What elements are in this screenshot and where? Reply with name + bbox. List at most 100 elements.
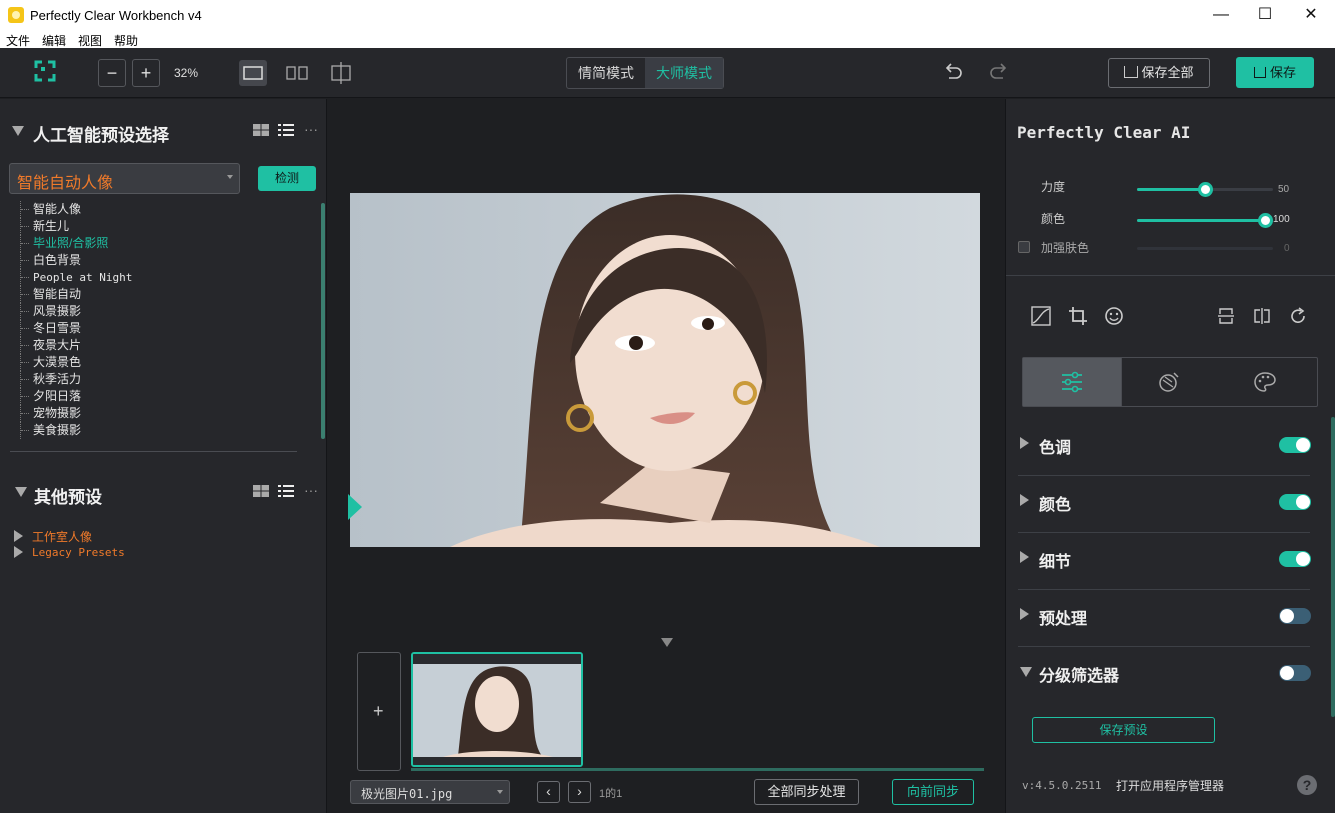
crop-icon[interactable] <box>1068 306 1088 326</box>
preset-item[interactable]: 宠物摄影 <box>20 405 310 422</box>
preset-item[interactable]: 智能自动 <box>20 286 310 303</box>
single-view-button[interactable] <box>239 60 267 86</box>
preset-item[interactable]: 大漠景色 <box>20 354 310 371</box>
preset-item[interactable]: 秋季活力 <box>20 371 310 388</box>
menu-help[interactable]: 帮助 <box>114 32 138 49</box>
section-title[interactable]: 色调 <box>1039 434 1071 458</box>
grid-view-icon[interactable] <box>253 485 269 497</box>
menu-view[interactable]: 视图 <box>78 32 102 49</box>
right-panel-scrollbar[interactable] <box>1331 417 1335 717</box>
sync-all-button[interactable]: 全部同步处理 <box>754 779 859 805</box>
preset-item[interactable]: 风景摄影 <box>20 303 310 320</box>
section-toggle[interactable] <box>1279 494 1311 510</box>
prev-image-button[interactable]: ‹ <box>537 781 560 803</box>
split-view-icon[interactable] <box>284 60 310 86</box>
chevron-down-icon <box>227 175 233 179</box>
expand-arrow-icon[interactable] <box>1020 437 1029 449</box>
minimize-button[interactable]: — <box>1198 0 1244 30</box>
curves-icon[interactable] <box>1031 306 1051 326</box>
save-preset-button[interactable]: 保存预设 <box>1032 717 1215 743</box>
preset-list-scrollbar[interactable] <box>321 203 325 439</box>
menu-file[interactable]: 文件 <box>6 32 30 49</box>
app-manager-link[interactable]: 打开应用程序管理器 <box>1116 777 1224 794</box>
preset-item[interactable]: 白色背景 <box>20 252 310 269</box>
slider-label-strength: 力度 <box>1041 180 1066 194</box>
preset-item[interactable]: 夕阳日落 <box>20 388 310 405</box>
redo-icon[interactable] <box>988 62 1010 84</box>
undo-icon[interactable] <box>942 62 964 84</box>
collapse-arrow-icon[interactable] <box>1020 667 1032 677</box>
thumbnail[interactable] <box>411 652 583 767</box>
preset-group-legacy[interactable]: Legacy Presets <box>32 546 125 559</box>
main-photo[interactable] <box>350 193 980 547</box>
more-options-icon[interactable]: ··· <box>304 121 318 137</box>
help-icon[interactable]: ? <box>1297 775 1317 795</box>
expand-arrow-icon[interactable] <box>1020 551 1029 563</box>
section-title[interactable]: 颜色 <box>1039 491 1071 515</box>
close-button[interactable]: ✕ <box>1288 0 1334 30</box>
collapse-arrow-icon[interactable] <box>12 126 24 136</box>
creative-icon[interactable] <box>1157 370 1181 394</box>
expand-arrow-icon[interactable] <box>1020 608 1029 620</box>
maximize-button[interactable]: ☐ <box>1242 0 1288 30</box>
collapse-arrow-icon[interactable] <box>15 487 27 497</box>
ai-preset-dropdown[interactable]: 智能自动人像 <box>9 163 240 194</box>
section-toggle[interactable] <box>1279 437 1311 453</box>
preset-item[interactable]: 美食摄影 <box>20 422 310 439</box>
tab-adjustments[interactable] <box>1023 358 1121 406</box>
color-slider-fill <box>1137 219 1265 222</box>
flip-vertical-icon[interactable] <box>1216 306 1236 326</box>
detect-button[interactable]: 检测 <box>258 166 316 191</box>
rotate-icon[interactable] <box>1288 306 1308 326</box>
divider <box>1006 275 1335 276</box>
section-toggle[interactable] <box>1279 551 1311 567</box>
section-title[interactable]: 预处理 <box>1039 605 1087 629</box>
palette-icon[interactable] <box>1253 370 1277 394</box>
filmstrip-scrollbar[interactable] <box>411 768 984 771</box>
section-toggle[interactable] <box>1279 608 1311 624</box>
menu-bar: 文件 编辑 视图 帮助 <box>0 30 1335 48</box>
compare-view-icon[interactable] <box>328 60 354 86</box>
next-image-button[interactable]: › <box>568 781 591 803</box>
mode-simple-tab[interactable]: 情简模式 <box>567 58 645 88</box>
preset-item[interactable]: 毕业照/合影照 <box>20 235 310 252</box>
preset-item[interactable]: 冬日雪景 <box>20 320 310 337</box>
save-all-button[interactable]: 保存全部 <box>1108 58 1210 88</box>
section-toggle[interactable] <box>1279 665 1311 681</box>
save-button[interactable]: 保存 <box>1236 57 1314 88</box>
skin-slider[interactable] <box>1137 247 1273 250</box>
divider <box>1018 475 1310 476</box>
zoom-out-button[interactable]: − <box>98 59 126 87</box>
list-view-icon[interactable] <box>278 124 294 136</box>
expand-arrow-icon[interactable] <box>14 546 23 558</box>
expand-arrow-icon[interactable] <box>1020 494 1029 506</box>
preset-group-studio[interactable]: 工作室人像 <box>32 528 92 545</box>
page-info: 1的1 <box>599 788 623 800</box>
grid-view-icon[interactable] <box>253 124 269 136</box>
strength-slider[interactable] <box>1137 182 1273 197</box>
add-image-button[interactable]: + <box>357 652 401 771</box>
preset-item[interactable]: 夜景大片 <box>20 337 310 354</box>
strength-slider-knob[interactable] <box>1198 182 1213 197</box>
list-view-icon[interactable] <box>278 485 294 497</box>
preset-item[interactable]: 新生儿 <box>20 218 310 235</box>
expand-arrow-icon[interactable] <box>14 530 23 542</box>
skin-checkbox[interactable] <box>1018 241 1030 253</box>
mode-master-tab[interactable]: 大师模式 <box>645 58 723 88</box>
color-slider-knob[interactable] <box>1258 213 1273 228</box>
menu-edit[interactable]: 编辑 <box>42 32 66 49</box>
section-title[interactable]: 细节 <box>1039 548 1071 572</box>
flip-horizontal-icon[interactable] <box>1252 306 1272 326</box>
more-options-icon[interactable]: ··· <box>304 482 318 498</box>
preset-item[interactable]: People at Night <box>20 269 310 286</box>
sync-forward-button[interactable]: 向前同步 <box>892 779 974 805</box>
filmstrip-toggle-icon[interactable] <box>661 638 673 647</box>
preset-item[interactable]: 智能人像 <box>20 201 310 218</box>
panel-tabs <box>1022 357 1318 407</box>
face-icon[interactable] <box>1104 306 1124 326</box>
zoom-in-button[interactable]: + <box>132 59 160 87</box>
file-select[interactable]: 极光图片01.jpg <box>350 780 510 804</box>
color-slider[interactable] <box>1137 213 1273 228</box>
window-title: Perfectly Clear Workbench v4 <box>30 8 202 23</box>
section-title[interactable]: 分级筛选器 <box>1039 662 1119 686</box>
